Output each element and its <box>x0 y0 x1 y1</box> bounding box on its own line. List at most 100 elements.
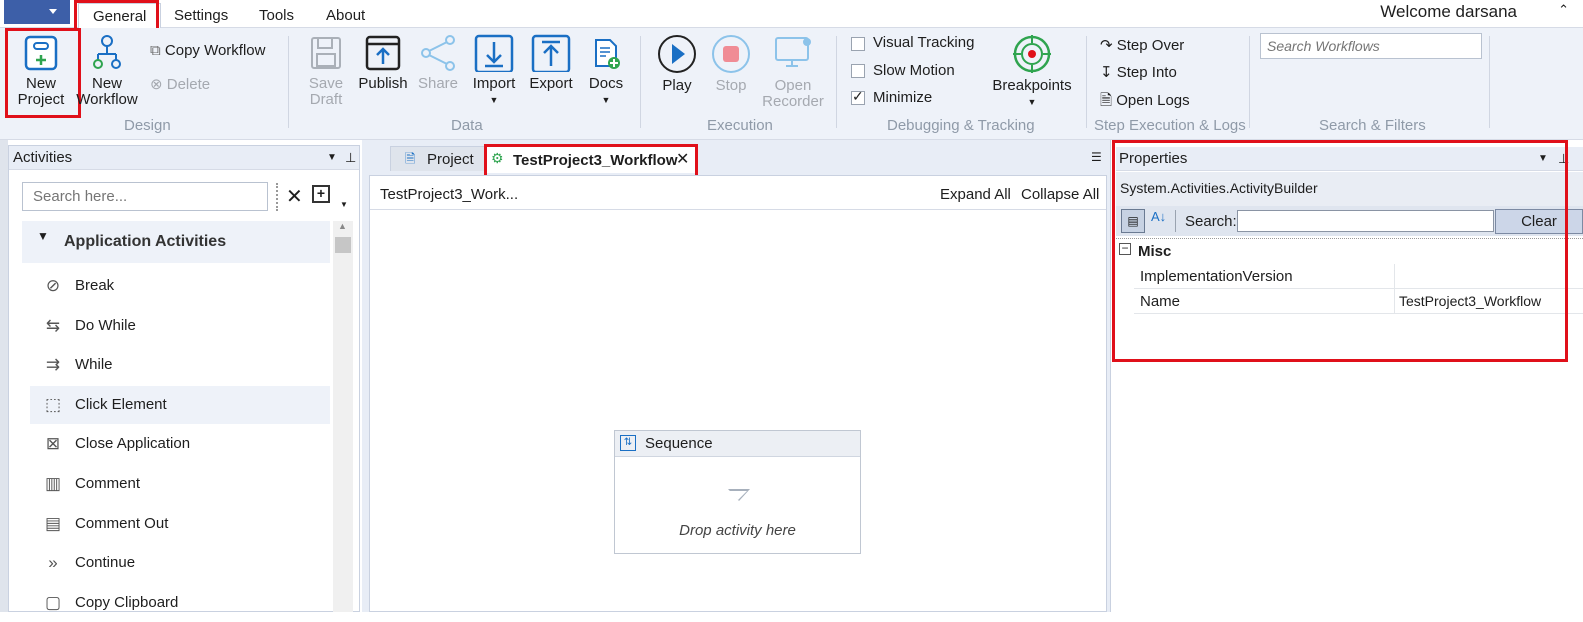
activities-title: Activities <box>13 149 73 166</box>
tab-about[interactable]: About <box>312 3 379 28</box>
save-icon <box>311 37 341 69</box>
expand-icon[interactable]: + <box>312 185 330 203</box>
stop-label: Stop <box>715 77 747 94</box>
search-workflows-input[interactable] <box>1260 33 1482 59</box>
app-menu-button[interactable] <box>4 0 70 24</box>
close-application-icon: ⊠ <box>45 434 61 454</box>
activity-item[interactable]: » Continue <box>30 544 330 582</box>
group-label-execution: Execution <box>707 117 773 134</box>
new-workflow-button[interactable]: New Workflow <box>76 34 138 108</box>
delete-button[interactable]: ⊗ Delete <box>150 75 210 93</box>
group-label-search: Search & Filters <box>1319 117 1426 134</box>
left-gutter <box>0 140 8 612</box>
chevron-up-icon[interactable]: ⌃ <box>1558 2 1569 18</box>
sequence-activity[interactable]: ⇅ Sequence Drop activity here <box>614 430 861 554</box>
step-over-icon: ↷ <box>1100 37 1113 54</box>
ribbon-divider <box>1489 36 1490 128</box>
activity-item[interactable]: ▢ Copy Clipboard <box>30 584 330 622</box>
ribbon-divider <box>640 36 641 128</box>
publish-label: Publish <box>358 75 408 92</box>
sequence-icon: ⇅ <box>620 435 636 451</box>
delete-icon: ⊗ <box>150 76 163 93</box>
minimize-label: Minimize <box>873 89 933 106</box>
logs-icon: 🗎 <box>1100 92 1113 109</box>
activity-item[interactable]: ⬚ Click Element <box>30 385 330 424</box>
activities-search-input[interactable] <box>22 182 268 211</box>
tab-settings[interactable]: Settings <box>160 3 242 28</box>
scroll-up-icon[interactable]: ▲ <box>338 221 347 231</box>
category-header[interactable]: ▼ Application Activities <box>22 221 330 263</box>
open-recorder-label-1: Open <box>774 77 812 94</box>
copy-icon: ⧉ <box>150 42 161 59</box>
docs-button[interactable]: Docs ▼ <box>584 34 628 108</box>
comment-icon: ▥ <box>44 474 62 493</box>
sequence-header: ⇅ Sequence <box>615 431 860 457</box>
tab-tools[interactable]: Tools <box>245 3 308 28</box>
group-label-data: Data <box>451 117 483 134</box>
play-icon <box>658 35 696 73</box>
activity-item[interactable]: ⊠ Close Application <box>30 425 330 463</box>
breakpoints-label: Breakpoints <box>992 77 1072 94</box>
activity-label: Comment Out <box>75 514 169 532</box>
step-over-label: Step Over <box>1116 37 1185 54</box>
tabs-overflow-icon[interactable]: ☰ <box>1091 150 1102 164</box>
minimize-checkbox[interactable] <box>851 88 865 105</box>
comment-out-icon: ▤ <box>44 513 62 533</box>
open-recorder-button[interactable]: Open Recorder <box>760 34 826 110</box>
stop-icon <box>712 35 750 73</box>
activity-item[interactable]: ▥ Comment <box>30 465 330 503</box>
activity-item[interactable]: ⇉ While <box>30 346 330 384</box>
activity-item[interactable]: ⇆ Do While <box>30 307 330 345</box>
menu-bar: General Settings Tools About Welcome dar… <box>0 0 1583 28</box>
open-recorder-label-2: Recorder <box>762 93 824 110</box>
activity-label: While <box>75 356 113 374</box>
activity-label: Comment <box>75 475 141 492</box>
visual-tracking-label: Visual Tracking <box>873 34 975 51</box>
open-logs-button[interactable]: 🗎 Open Logs <box>1100 90 1190 115</box>
breadcrumb[interactable]: TestProject3_Work... <box>380 186 518 203</box>
share-button[interactable]: Share <box>414 34 462 92</box>
breakpoints-icon <box>1013 35 1051 73</box>
save-draft-button[interactable]: Save Draft <box>300 34 352 108</box>
activity-item[interactable]: ▤ Comment Out <box>30 505 330 543</box>
collapse-all-link[interactable]: Collapse All <box>1021 186 1099 203</box>
scrollbar-thumb[interactable] <box>335 237 351 253</box>
new-workflow-label-1: New <box>91 75 122 92</box>
ribbon-divider <box>1249 36 1250 128</box>
import-button[interactable]: Import ▼ <box>468 34 520 108</box>
activity-label: Click Element <box>75 395 167 413</box>
group-label-debugging: Debugging & Tracking <box>887 117 1035 134</box>
close-icon[interactable]: ✕ <box>286 184 303 209</box>
publish-button[interactable]: Publish <box>356 34 410 92</box>
expand-all-link[interactable]: Expand All <box>940 186 1011 203</box>
dropdown-arrow-icon[interactable]: ▼ <box>340 200 348 209</box>
activity-label: Continue <box>75 554 136 572</box>
step-into-button[interactable]: ↧ Step Into <box>1100 63 1177 81</box>
pin-icon[interactable]: ⊥ <box>345 146 356 170</box>
highlight-new-project <box>5 28 81 118</box>
highlight-properties <box>1112 140 1568 362</box>
scrollbar[interactable]: ▲ <box>333 221 353 612</box>
tab-project[interactable]: 🗎 Project <box>390 146 486 171</box>
group-label-design: Design <box>124 117 171 134</box>
visual-tracking-checkbox[interactable] <box>851 37 865 51</box>
export-button[interactable]: Export <box>524 34 578 92</box>
copy-workflow-button[interactable]: ⧉ Copy Workflow <box>150 42 265 59</box>
while-icon: ⇉ <box>45 355 61 375</box>
designer-canvas[interactable]: TestProject3_Work... Expand All Collapse… <box>369 175 1107 612</box>
copy-workflow-label: Copy Workflow <box>164 42 266 59</box>
export-icon <box>531 34 571 74</box>
stop-button[interactable]: Stop <box>708 34 754 94</box>
breakpoints-dropdown-icon: ▼ <box>1027 97 1037 107</box>
open-logs-label: Open Logs <box>1116 92 1190 109</box>
dropdown-arrow-icon <box>49 9 57 14</box>
breakpoints-button[interactable]: Breakpoints ▼ <box>990 34 1074 110</box>
step-over-button[interactable]: ↷ Step Over <box>1100 36 1184 54</box>
play-button[interactable]: Play <box>654 34 700 94</box>
ribbon-divider <box>288 36 289 128</box>
dropdown-arrow-icon[interactable]: ▼ <box>327 146 337 170</box>
continue-icon: » <box>48 553 58 573</box>
project-icon: 🗎 <box>405 151 416 166</box>
slow-motion-checkbox[interactable] <box>851 64 865 78</box>
activity-item[interactable]: ⊘ Break <box>30 267 330 305</box>
